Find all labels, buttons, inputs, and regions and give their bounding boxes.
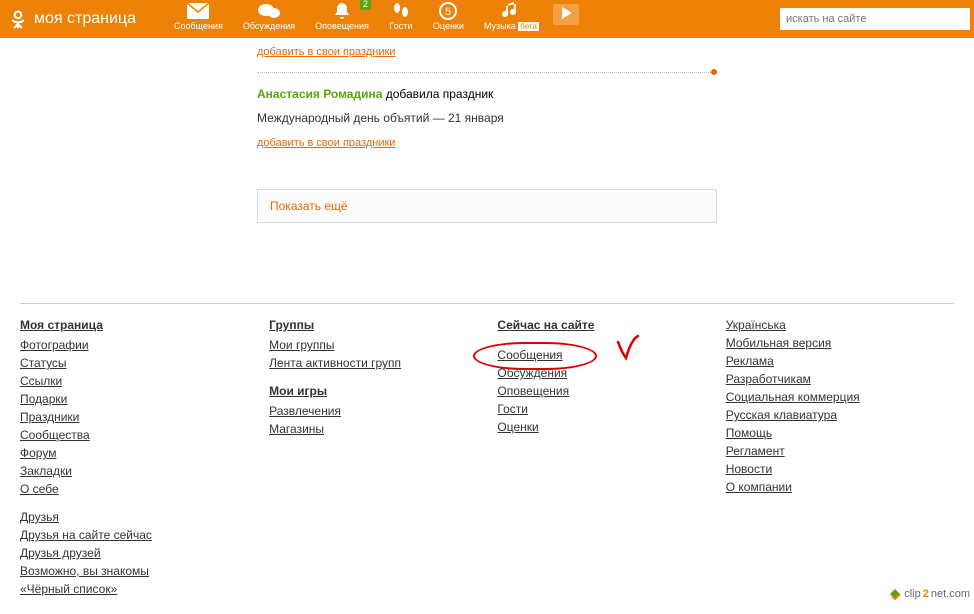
footer: Моя страница Фотографии Статусы Ссылки П…	[20, 303, 954, 614]
play-button[interactable]	[553, 4, 579, 25]
nav-label: Сообщения	[174, 21, 223, 31]
footer-link[interactable]: О себе	[20, 482, 249, 496]
footer-link[interactable]: Друзья друзей	[20, 546, 249, 560]
logo-area[interactable]: моя страница	[0, 9, 144, 29]
search-input[interactable]	[786, 13, 964, 25]
nav-label: Гости	[389, 21, 412, 31]
music-icon	[499, 2, 523, 20]
wm-post: net.com	[931, 588, 970, 600]
footer-link[interactable]: Регламент	[726, 444, 934, 458]
footer-link[interactable]: Ссылки	[20, 374, 249, 388]
footer-link[interactable]: Магазины	[269, 422, 477, 436]
svg-text:5: 5	[445, 6, 451, 18]
footer-link[interactable]: Мобильная версия	[726, 336, 934, 350]
footer-link[interactable]: Праздники	[20, 410, 249, 424]
footer-link[interactable]: Мои группы	[269, 338, 477, 352]
footer-title[interactable]: Моя страница	[20, 318, 249, 332]
envelope-icon	[186, 2, 210, 20]
footer-link[interactable]: Разработчикам	[726, 372, 934, 386]
music-label: Музыка	[484, 21, 516, 31]
content: добавить в свои праздники Анастасия Рома…	[237, 38, 737, 243]
footer-col-4: Українська Мобильная версия Реклама Разр…	[726, 318, 954, 600]
play-icon	[559, 6, 573, 20]
beta-badge: бета	[518, 22, 539, 31]
header: моя страница Сообщения Обсуждения 2 Опов…	[0, 0, 974, 38]
footer-link[interactable]: О компании	[726, 480, 934, 494]
footer-link[interactable]: Українська	[726, 318, 934, 332]
highlighted-link-wrapper: Сообщения	[497, 348, 705, 362]
footer-link-messages[interactable]: Сообщения	[497, 348, 705, 362]
footer-link[interactable]: Реклама	[726, 354, 934, 368]
nav-music[interactable]: Музыка бета	[474, 0, 549, 38]
footer-link[interactable]: Новости	[726, 462, 934, 476]
chat-icon	[257, 2, 281, 20]
nav-label: Оценки	[433, 21, 464, 31]
nav-ratings[interactable]: 5 Оценки	[423, 0, 474, 38]
bell-icon	[330, 2, 354, 20]
search-box[interactable]	[780, 8, 970, 30]
feed-item: Анастасия Ромадина добавила праздник Меж…	[257, 87, 717, 149]
ok-logo-icon	[8, 9, 28, 29]
feed-action: добавила праздник	[382, 87, 493, 101]
nav-messages[interactable]: Сообщения	[164, 0, 233, 38]
footer-link[interactable]: Закладки	[20, 464, 249, 478]
footer-title[interactable]: Группы	[269, 318, 477, 332]
nav-discussions[interactable]: Обсуждения	[233, 0, 305, 38]
footer-title[interactable]: Сейчас на сайте	[497, 318, 705, 332]
separator-dot	[711, 69, 717, 75]
footer-link[interactable]: Форум	[20, 446, 249, 460]
nav-label: Музыка бета	[484, 21, 539, 31]
footer-link[interactable]: «Чёрный список»	[20, 582, 249, 596]
nav-badge: 2	[360, 0, 371, 10]
rating-icon: 5	[436, 2, 460, 20]
watermark: clip2net.com	[888, 587, 970, 601]
footer-link[interactable]: Подарки	[20, 392, 249, 406]
footer-link[interactable]: Друзья на сайте сейчас	[20, 528, 249, 542]
footer-link[interactable]: Социальная коммерция	[726, 390, 934, 404]
footer-col-3: Сейчас на сайте Сообщения Обсуждения Опо…	[497, 318, 725, 600]
footer-title[interactable]: Мои игры	[269, 384, 477, 398]
wm-pre: clip	[904, 588, 921, 600]
add-holiday-link[interactable]: добавить в свои праздники	[257, 46, 395, 58]
footer-link[interactable]: Фотографии	[20, 338, 249, 352]
footer-link[interactable]: Лента активности групп	[269, 356, 477, 370]
footer-link[interactable]: Сообщества	[20, 428, 249, 442]
footer-link[interactable]: Развлечения	[269, 404, 477, 418]
show-more-link[interactable]: Показать ещё	[270, 199, 348, 213]
footer-col-1: Моя страница Фотографии Статусы Ссылки П…	[20, 318, 269, 600]
nav-label: Оповещения	[315, 21, 369, 31]
footer-link[interactable]: Русская клавиатура	[726, 408, 934, 422]
footer-link[interactable]: Оповещения	[497, 384, 705, 398]
footer-link[interactable]: Статусы	[20, 356, 249, 370]
footer-col-2: Группы Мои группы Лента активности групп…	[269, 318, 497, 600]
footer-link[interactable]: Гости	[497, 402, 705, 416]
feed-user-name[interactable]: Анастасия Ромадина	[257, 87, 382, 101]
footer-link[interactable]: Обсуждения	[497, 366, 705, 380]
separator	[257, 72, 717, 73]
nav-guests[interactable]: Гости	[379, 0, 423, 38]
nav-label: Обсуждения	[243, 21, 295, 31]
nav-items: Сообщения Обсуждения 2 Оповещения Гости …	[164, 0, 579, 38]
page-title: моя страница	[34, 10, 136, 28]
wm-mid: 2	[923, 588, 929, 600]
nav-notifications[interactable]: 2 Оповещения	[305, 0, 379, 38]
footer-link[interactable]: Возможно, вы знакомы	[20, 564, 249, 578]
footsteps-icon	[389, 2, 413, 20]
add-holiday-link[interactable]: добавить в свои праздники	[257, 137, 395, 149]
clip-icon	[888, 587, 902, 601]
footer-link[interactable]: Помощь	[726, 426, 934, 440]
footer-link[interactable]: Друзья	[20, 510, 249, 524]
feed-description: Международный день объятий — 21 января	[257, 111, 717, 125]
footer-link[interactable]: Оценки	[497, 420, 705, 434]
show-more-box: Показать ещё	[257, 189, 717, 223]
